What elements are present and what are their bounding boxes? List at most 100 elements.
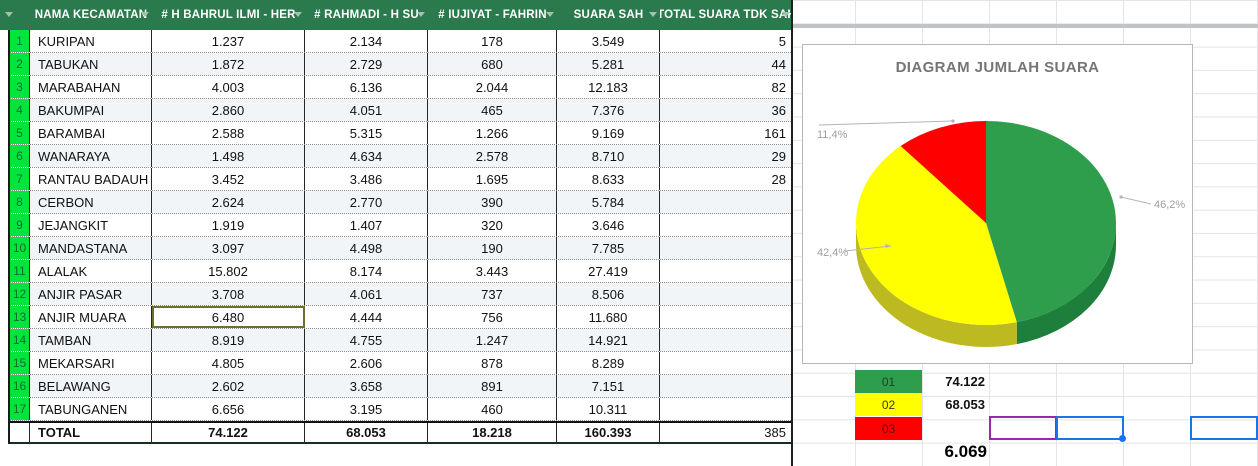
cell-suara-sah[interactable]: 9.169: [557, 122, 660, 144]
cell-suara-tdk-sah[interactable]: 44: [660, 53, 793, 75]
cell-iujiyat[interactable]: 460: [428, 398, 557, 420]
cell-iujiyat[interactable]: 390: [428, 191, 557, 213]
filter-icon[interactable]: [294, 12, 302, 17]
cell-iujiyat[interactable]: 891: [428, 375, 557, 397]
cell-bahrul-ilmi[interactable]: 1.498: [152, 145, 305, 167]
cell-bahrul-ilmi[interactable]: 3.097: [152, 237, 305, 259]
collaborator-selection-purple[interactable]: [989, 416, 1057, 440]
row-number-cell[interactable]: 17: [10, 398, 30, 420]
cell-rahmadi[interactable]: 4.634: [305, 145, 428, 167]
cell-suara-sah[interactable]: 27.419: [557, 260, 660, 282]
cell-suara-sah[interactable]: 7.376: [557, 99, 660, 121]
cell-suara-sah[interactable]: 3.646: [557, 214, 660, 236]
cell-nama-kecamatan[interactable]: CERBON: [30, 191, 152, 213]
row-number-header[interactable]: [0, 0, 30, 30]
cell-bahrul-ilmi[interactable]: 6.656: [152, 398, 305, 420]
cell-iujiyat[interactable]: 1.247: [428, 329, 557, 351]
cell-iujiyat[interactable]: 756: [428, 306, 557, 328]
cell-bahrul-ilmi[interactable]: 2.602: [152, 375, 305, 397]
legend-cell-01[interactable]: 01: [855, 370, 922, 393]
cell-suara-tdk-sah[interactable]: 29: [660, 145, 793, 167]
cell-nama-kecamatan[interactable]: BELAWANG: [30, 375, 152, 397]
cell-rahmadi[interactable]: 2.606: [305, 352, 428, 374]
cell-suara-tdk-sah[interactable]: [660, 352, 793, 374]
filter-icon[interactable]: [417, 12, 425, 17]
row-number-cell[interactable]: 9: [10, 214, 30, 236]
cell-rahmadi[interactable]: 5.315: [305, 122, 428, 144]
collaborator-selection-blue[interactable]: [1056, 416, 1124, 440]
cell-suara-sah[interactable]: 160.393: [557, 423, 660, 442]
cell-nama-kecamatan[interactable]: RANTAU BADAUH: [30, 168, 152, 190]
cell-suara-sah[interactable]: 3.549: [557, 30, 660, 52]
cell-nama-kecamatan[interactable]: TOTAL: [30, 423, 152, 442]
filter-icon[interactable]: [5, 12, 13, 17]
column-header-nama-kecamatan[interactable]: NAMA KECAMATAN: [30, 0, 152, 30]
cell-suara-sah[interactable]: 7.151: [557, 375, 660, 397]
row-number-cell[interactable]: 12: [10, 283, 30, 305]
cell-nama-kecamatan[interactable]: MANDASTANA: [30, 237, 152, 259]
cell-suara-tdk-sah[interactable]: 82: [660, 76, 793, 98]
cell-rahmadi[interactable]: 4.061: [305, 283, 428, 305]
cell-suara-sah[interactable]: 8.506: [557, 283, 660, 305]
cell-nama-kecamatan[interactable]: ANJIR PASAR: [30, 283, 152, 305]
filter-icon[interactable]: [141, 12, 149, 17]
cell-suara-tdk-sah[interactable]: [660, 237, 793, 259]
column-header-iujiyat[interactable]: # IUJIYAT - FAHRIN: [428, 0, 557, 30]
row-number-cell[interactable]: 11: [10, 260, 30, 282]
cell-iujiyat[interactable]: 190: [428, 237, 557, 259]
cell-bahrul-ilmi[interactable]: 1.872: [152, 53, 305, 75]
cell-suara-sah[interactable]: 10.311: [557, 398, 660, 420]
row-number-cell[interactable]: 7: [10, 168, 30, 190]
row-number-cell[interactable]: [10, 423, 30, 442]
cell-rahmadi[interactable]: 1.407: [305, 214, 428, 236]
cell-iujiyat[interactable]: 465: [428, 99, 557, 121]
cell-suara-sah[interactable]: 8.710: [557, 145, 660, 167]
cell-suara-sah[interactable]: 11.680: [557, 306, 660, 328]
column-header-suara-sah[interactable]: SUARA SAH: [557, 0, 660, 30]
cell-nama-kecamatan[interactable]: MARABAHAN: [30, 76, 152, 98]
cell-rahmadi[interactable]: 4.755: [305, 329, 428, 351]
cell-suara-tdk-sah[interactable]: 36: [660, 99, 793, 121]
legend-cell-02[interactable]: 02: [855, 393, 922, 416]
cell-suara-tdk-sah[interactable]: [660, 329, 793, 351]
row-number-cell[interactable]: 4: [10, 99, 30, 121]
cell-nama-kecamatan[interactable]: MEKARSARI: [30, 352, 152, 374]
legend-value-02[interactable]: 68.053: [922, 393, 989, 416]
cell-bahrul-ilmi[interactable]: 2.624: [152, 191, 305, 213]
row-number-cell[interactable]: 10: [10, 237, 30, 259]
footer-value[interactable]: 6.069: [900, 440, 989, 463]
cell-suara-tdk-sah[interactable]: 28: [660, 168, 793, 190]
cell-iujiyat[interactable]: 320: [428, 214, 557, 236]
cell-iujiyat[interactable]: 680: [428, 53, 557, 75]
cell-suara-tdk-sah[interactable]: [660, 191, 793, 213]
row-number-cell[interactable]: 15: [10, 352, 30, 374]
column-header-bahrul-ilmi[interactable]: # H BAHRUL ILMI - HER: [152, 0, 305, 30]
column-header-rahmadi[interactable]: # RAHMADI - H SU: [305, 0, 428, 30]
cell-iujiyat[interactable]: 18.218: [428, 423, 557, 442]
cell-suara-tdk-sah[interactable]: [660, 375, 793, 397]
row-number-cell[interactable]: 8: [10, 191, 30, 213]
cell-suara-sah[interactable]: 7.785: [557, 237, 660, 259]
filter-icon[interactable]: [782, 12, 790, 17]
cell-bahrul-ilmi[interactable]: 2.588: [152, 122, 305, 144]
cell-rahmadi[interactable]: 4.498: [305, 237, 428, 259]
cell-bahrul-ilmi[interactable]: 6.480: [152, 306, 305, 328]
cell-nama-kecamatan[interactable]: WANARAYA: [30, 145, 152, 167]
cell-nama-kecamatan[interactable]: BARAMBAI: [30, 122, 152, 144]
row-number-cell[interactable]: 14: [10, 329, 30, 351]
cell-suara-tdk-sah[interactable]: [660, 260, 793, 282]
row-number-cell[interactable]: 13: [10, 306, 30, 328]
cell-suara-sah[interactable]: 8.633: [557, 168, 660, 190]
cell-nama-kecamatan[interactable]: TABUNGANEN: [30, 398, 152, 420]
cell-nama-kecamatan[interactable]: JEJANGKIT: [30, 214, 152, 236]
cell-suara-sah[interactable]: 14.921: [557, 329, 660, 351]
filter-icon[interactable]: [546, 12, 554, 17]
cell-suara-tdk-sah[interactable]: 385: [660, 423, 793, 442]
cell-bahrul-ilmi[interactable]: 4.805: [152, 352, 305, 374]
cell-iujiyat[interactable]: 3.443: [428, 260, 557, 282]
cell-iujiyat[interactable]: 2.044: [428, 76, 557, 98]
row-number-cell[interactable]: 2: [10, 53, 30, 75]
collaborator-selection-blue-2[interactable]: [1190, 416, 1258, 440]
cell-suara-tdk-sah[interactable]: 161: [660, 122, 793, 144]
cell-bahrul-ilmi[interactable]: 8.919: [152, 329, 305, 351]
